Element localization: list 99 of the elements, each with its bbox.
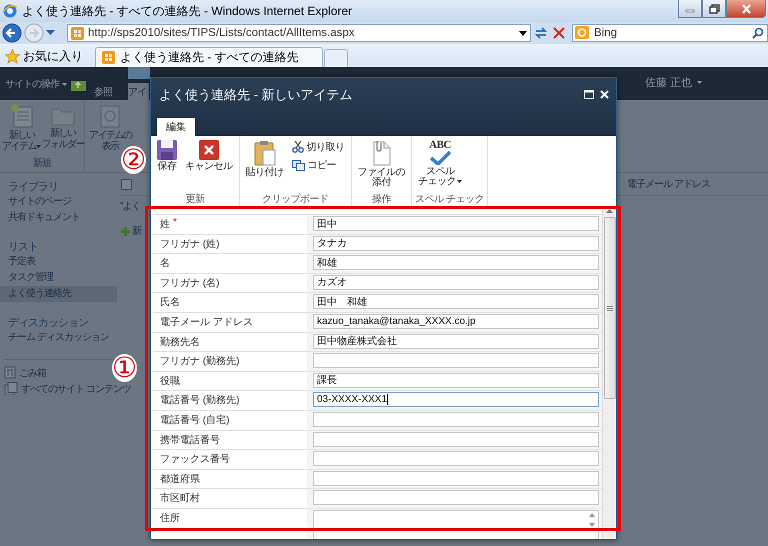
field-label: フリガナ (名) xyxy=(160,276,220,291)
group-label: 操作 xyxy=(370,193,392,206)
input-field[interactable]: カズオ xyxy=(313,274,599,290)
scissors-icon xyxy=(292,141,304,153)
checkbox[interactable] xyxy=(121,178,132,190)
input-field[interactable] xyxy=(313,412,599,427)
input-field[interactable]: 03-XXXX-XXX1 xyxy=(313,392,599,408)
input-field[interactable] xyxy=(313,490,599,506)
group-label: 更新 xyxy=(184,192,206,206)
clipboard-icon xyxy=(254,140,276,166)
scroll-up-icon xyxy=(606,209,613,213)
input-field[interactable]: タナカ xyxy=(313,236,599,251)
ribbon-tab[interactable]: 参照 xyxy=(94,83,122,100)
site-actions-menu[interactable]: サイトの操作 xyxy=(5,77,65,91)
document-icon xyxy=(371,140,392,166)
input-field[interactable]: 課長 xyxy=(313,372,599,388)
caret-icon xyxy=(46,30,55,36)
ribbon-button[interactable]: ABC スペル チェック xyxy=(415,140,465,192)
user-menu[interactable]: 佐藤 正也 xyxy=(644,75,702,90)
browser-tab[interactable]: よく使う連絡先 - すべての連絡先 xyxy=(95,47,323,67)
stop-button[interactable] xyxy=(551,25,567,41)
field-label: 電話番号 (勤務先) xyxy=(160,394,240,408)
list-title: "よく xyxy=(119,200,142,214)
restore-button[interactable] xyxy=(702,0,726,18)
ribbon-button[interactable]: コピー xyxy=(288,158,348,172)
refresh-icon xyxy=(533,25,549,41)
stop-icon xyxy=(551,25,567,41)
star-icon xyxy=(5,48,20,64)
copy-icon xyxy=(292,160,304,170)
ribbon-button[interactable]: 貼り付け xyxy=(242,140,286,192)
restore-icon xyxy=(708,4,720,14)
input-field[interactable]: 和雄 xyxy=(313,255,599,270)
close-icon xyxy=(600,90,609,99)
group-label: スペル チェック xyxy=(415,193,484,206)
dropdown-icon xyxy=(519,30,527,36)
search-field[interactable]: Bing xyxy=(572,24,768,42)
ribbon-button[interactable]: 保存 xyxy=(154,140,180,192)
maximize-icon xyxy=(584,90,594,99)
caret-icon xyxy=(697,81,702,84)
address-bar[interactable]: http://sps2010/sites/TIPS/Lists/contact/AllItems.aspx xyxy=(67,24,531,42)
grip-icon xyxy=(606,306,612,310)
field-label: 姓 xyxy=(160,218,170,232)
scrollbar[interactable] xyxy=(602,207,616,539)
field-label: 都道府県 xyxy=(160,472,200,487)
field-label: 名 xyxy=(160,257,170,272)
group-label: 新規 xyxy=(32,156,52,171)
close-icon xyxy=(740,4,752,14)
field-label: 電話番号 (自宅) xyxy=(160,414,230,428)
field-label: 役職 xyxy=(160,374,180,389)
ribbon-button[interactable]: 切り取り xyxy=(288,140,348,154)
input-field[interactable]: kazuo_tanaka@tanaka_XXXX.co.jp xyxy=(313,314,599,329)
dialog-title: よく使う連絡先 - 新しいアイテム xyxy=(159,86,354,104)
field-label: 電子メール アドレス xyxy=(160,316,253,330)
back-button[interactable] xyxy=(2,23,22,43)
input-field[interactable] xyxy=(313,470,599,486)
caret-icon xyxy=(62,82,67,86)
site-icon xyxy=(71,26,84,40)
documents-icon xyxy=(4,382,18,395)
ribbon-button[interactable]: キャンセル xyxy=(182,140,236,192)
refresh-button[interactable] xyxy=(533,25,549,41)
field-label: 勤務先名 xyxy=(160,336,200,350)
input-field[interactable]: 田中 和雄 xyxy=(313,294,599,310)
search-icon xyxy=(752,27,764,39)
field-label: 氏名 xyxy=(160,296,180,310)
text-cursor xyxy=(387,394,388,406)
field-label: フリガナ (姓) xyxy=(160,238,220,252)
group-label: クリップボード xyxy=(260,192,330,206)
folder-icon xyxy=(71,79,86,91)
field-label: フリガナ (勤務先) xyxy=(160,354,240,370)
ribbon-tab[interactable]: 編集 xyxy=(157,118,195,136)
ie-icon xyxy=(2,3,18,19)
window-title: よく使う連絡先 - すべての連絡先 - Windows Internet Explorer xyxy=(22,2,354,20)
history-dropdown[interactable] xyxy=(46,30,55,36)
contextual-tab-header xyxy=(128,67,150,79)
checkmark-icon xyxy=(429,151,451,165)
url-text: http://sps2010/sites/TIPS/Lists/contact/AllItems.aspx xyxy=(88,27,356,39)
cancel-icon xyxy=(198,140,219,160)
input-field[interactable] xyxy=(313,432,599,447)
document-icon xyxy=(99,104,121,128)
bing-icon xyxy=(575,26,589,39)
input-field[interactable]: 田中物産株式会社 xyxy=(313,334,599,349)
scroll-arrows-icon xyxy=(589,512,595,528)
site-icon xyxy=(102,51,115,64)
input-field[interactable] xyxy=(313,451,599,466)
input-field[interactable] xyxy=(313,353,599,368)
favorites-button[interactable]: お気に入り xyxy=(0,45,95,67)
field-label: 住所 xyxy=(160,512,180,526)
maximize-button[interactable] xyxy=(581,90,597,99)
required-mark: * xyxy=(173,217,177,230)
field-label: 市区町村 xyxy=(160,492,200,506)
document-icon xyxy=(10,104,32,128)
field-label: ファックス番号 xyxy=(160,452,230,468)
spell-check-icon-text: ABC xyxy=(429,140,451,151)
input-field[interactable]: 田中 xyxy=(313,216,599,231)
plus-icon xyxy=(121,226,130,236)
text-area[interactable] xyxy=(313,510,599,539)
field-label: 携帯電話番号 xyxy=(160,434,220,448)
new-tab-button[interactable] xyxy=(324,49,348,67)
ribbon-button[interactable]: ファイルの 添付 xyxy=(354,140,408,192)
